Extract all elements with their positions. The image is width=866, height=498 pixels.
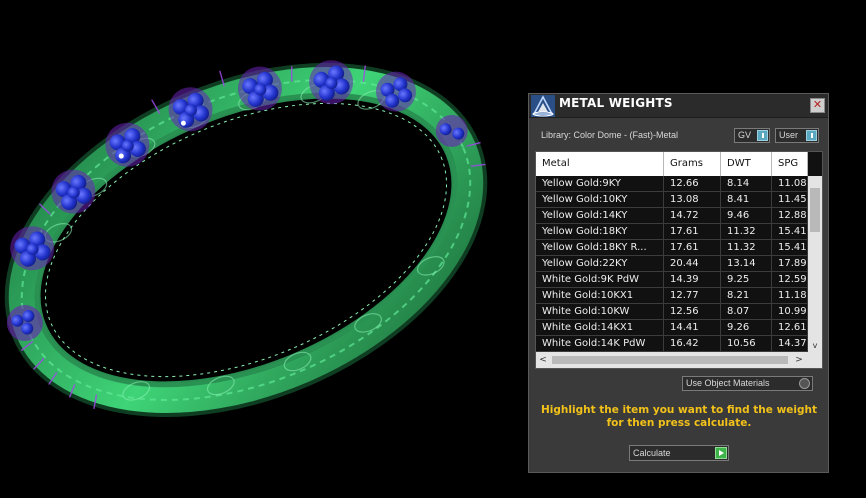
metal-cell: Yellow Gold:18KY R... bbox=[536, 240, 664, 256]
table-row[interactable]: White Gold:14K PdW 16.42 10.56 14.37 bbox=[536, 336, 808, 352]
close-icon[interactable]: ✕ bbox=[810, 98, 825, 113]
header-corner bbox=[808, 152, 822, 176]
dwt-cell: 11.32 bbox=[721, 240, 772, 256]
spg-cell: 14.37 bbox=[772, 336, 808, 352]
column-header-metal[interactable]: Metal bbox=[536, 152, 664, 176]
instructions-text: Highlight the item you want to find the … bbox=[541, 404, 817, 429]
vertical-scrollbar[interactable]: v bbox=[808, 152, 822, 352]
table-row[interactable]: Yellow Gold:22KY 20.44 13.14 17.89 bbox=[536, 256, 808, 272]
dwt-cell: 8.41 bbox=[721, 192, 772, 208]
grams-cell: 13.08 bbox=[664, 192, 721, 208]
grams-cell: 12.56 bbox=[664, 304, 721, 320]
spg-cell: 17.89 bbox=[772, 256, 808, 272]
grams-cell: 12.66 bbox=[664, 176, 721, 192]
metal-cell: Yellow Gold:14KY bbox=[536, 208, 664, 224]
metal-weights-table[interactable]: Metal Grams DWT SPG Yellow Gold:9KY 12.6… bbox=[535, 151, 823, 369]
grams-cell: 14.39 bbox=[664, 272, 721, 288]
scroll-right-icon[interactable]: > bbox=[792, 352, 806, 368]
calculate-label: Calculate bbox=[633, 448, 671, 458]
gv-toggle[interactable]: GV bbox=[734, 128, 770, 143]
metal-cell: White Gold:14KX1 bbox=[536, 320, 664, 336]
table-row[interactable]: Yellow Gold:10KY 13.08 8.41 11.45 bbox=[536, 192, 808, 208]
gv-toggle-label: GV bbox=[738, 130, 752, 140]
grams-cell: 12.77 bbox=[664, 288, 721, 304]
metal-cell: White Gold:14K PdW bbox=[536, 336, 664, 352]
column-header-dwt[interactable]: DWT bbox=[721, 152, 772, 176]
grams-cell: 14.72 bbox=[664, 208, 721, 224]
column-header-grams[interactable]: Grams bbox=[664, 152, 721, 176]
column-header-spg[interactable]: SPG bbox=[772, 152, 808, 176]
spg-cell: 12.88 bbox=[772, 208, 808, 224]
table-row[interactable]: Yellow Gold:14KY 14.72 9.46 12.88 bbox=[536, 208, 808, 224]
metal-cell: Yellow Gold:22KY bbox=[536, 256, 664, 272]
metal-cell: Yellow Gold:9KY bbox=[536, 176, 664, 192]
table-row[interactable]: White Gold:10KW 12.56 8.07 10.99 bbox=[536, 304, 808, 320]
table-row[interactable]: White Gold:9K PdW 14.39 9.25 12.59 bbox=[536, 272, 808, 288]
grams-cell: 20.44 bbox=[664, 256, 721, 272]
library-label: Library: Color Dome - (Fast)-Metal bbox=[541, 130, 679, 140]
panel-titlebar[interactable]: METAL WEIGHTS ✕ bbox=[529, 94, 828, 118]
metal-cell: White Gold:10KX1 bbox=[536, 288, 664, 304]
spg-cell: 11.45 bbox=[772, 192, 808, 208]
grams-cell: 17.61 bbox=[664, 224, 721, 240]
dwt-cell: 8.07 bbox=[721, 304, 772, 320]
grams-cell: 16.42 bbox=[664, 336, 721, 352]
radio-icon[interactable] bbox=[799, 378, 810, 389]
table-row[interactable]: White Gold:10KX1 12.77 8.21 11.18 bbox=[536, 288, 808, 304]
calculate-button[interactable]: Calculate bbox=[629, 445, 729, 461]
toggle-knob-icon bbox=[806, 130, 817, 141]
table-row[interactable]: Yellow Gold:9KY 12.66 8.14 11.08 bbox=[536, 176, 808, 192]
panel-title: METAL WEIGHTS bbox=[559, 96, 673, 110]
use-object-materials-label: Use Object Materials bbox=[686, 378, 770, 388]
spg-cell: 15.41 bbox=[772, 240, 808, 256]
horizontal-scrollbar[interactable]: < > bbox=[536, 352, 822, 368]
grams-cell: 17.61 bbox=[664, 240, 721, 256]
use-object-materials-option[interactable]: Use Object Materials bbox=[682, 376, 813, 391]
grams-cell: 14.41 bbox=[664, 320, 721, 336]
scroll-left-icon[interactable]: < bbox=[536, 352, 550, 368]
spg-cell: 15.41 bbox=[772, 224, 808, 240]
table-header: Metal Grams DWT SPG bbox=[536, 152, 808, 176]
dwt-cell: 9.46 bbox=[721, 208, 772, 224]
spg-cell: 11.08 bbox=[772, 176, 808, 192]
metal-cell: White Gold:9K PdW bbox=[536, 272, 664, 288]
table-row[interactable]: White Gold:14KX1 14.41 9.26 12.61 bbox=[536, 320, 808, 336]
app-logo-icon bbox=[531, 95, 555, 117]
dwt-cell: 8.21 bbox=[721, 288, 772, 304]
spg-cell: 11.18 bbox=[772, 288, 808, 304]
spg-cell: 10.99 bbox=[772, 304, 808, 320]
table-row[interactable]: Yellow Gold:18KY 17.61 11.32 15.41 bbox=[536, 224, 808, 240]
table-row[interactable]: Yellow Gold:18KY R... 17.61 11.32 15.41 bbox=[536, 240, 808, 256]
metal-cell: Yellow Gold:10KY bbox=[536, 192, 664, 208]
horizontal-scroll-thumb[interactable] bbox=[552, 356, 788, 364]
metal-weights-panel: METAL WEIGHTS ✕ Library: Color Dome - (F… bbox=[528, 93, 829, 473]
metal-cell: White Gold:10KW bbox=[536, 304, 664, 320]
dwt-cell: 9.25 bbox=[721, 272, 772, 288]
dwt-cell: 9.26 bbox=[721, 320, 772, 336]
spg-cell: 12.61 bbox=[772, 320, 808, 336]
dwt-cell: 13.14 bbox=[721, 256, 772, 272]
bangle-model bbox=[4, 60, 488, 417]
metal-cell: Yellow Gold:18KY bbox=[536, 224, 664, 240]
arrow-right-icon bbox=[715, 447, 727, 459]
dwt-cell: 8.14 bbox=[721, 176, 772, 192]
toggle-knob-icon bbox=[757, 130, 768, 141]
user-toggle[interactable]: User bbox=[775, 128, 819, 143]
scroll-down-icon[interactable]: v bbox=[808, 340, 822, 352]
spg-cell: 12.59 bbox=[772, 272, 808, 288]
vertical-scroll-thumb[interactable] bbox=[810, 188, 820, 232]
user-toggle-label: User bbox=[779, 130, 799, 140]
dwt-cell: 11.32 bbox=[721, 224, 772, 240]
dwt-cell: 10.56 bbox=[721, 336, 772, 352]
table-body: Yellow Gold:9KY 12.66 8.14 11.08 Yellow … bbox=[536, 176, 808, 352]
